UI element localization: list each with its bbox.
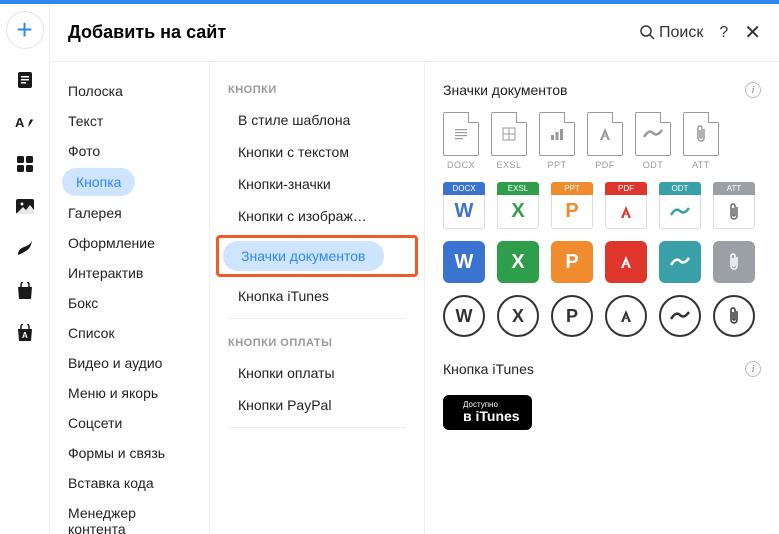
columns: ПолоскаТекстФотоКнопкаГалереяОформлениеИ… (50, 62, 779, 534)
doc-icon-badge[interactable]: ATT (713, 182, 755, 229)
doc-icon-circle[interactable]: P (551, 295, 593, 337)
preview-title-1: Значки документов (443, 82, 568, 98)
header-actions: Поиск ? ✕ (640, 20, 761, 45)
itunes-button[interactable]: Доступно в iTunes (443, 395, 532, 430)
panel-header: Добавить на сайт Поиск ? ✕ (50, 4, 779, 62)
category-item[interactable]: Интерактив (50, 258, 209, 288)
doc-icon-badge[interactable]: DOCXW (443, 182, 485, 229)
category-item[interactable]: Бокс (50, 288, 209, 318)
itunes-big: в iTunes (463, 409, 520, 424)
category-item[interactable]: Вставка кода (50, 468, 209, 498)
preview-title-2: Кнопка iTunes (443, 361, 534, 377)
doc-icon-outline[interactable]: ATT (683, 112, 719, 170)
app-root: + A A Добавить на сайт Поиск ? ✕ Полоска… (0, 4, 779, 534)
search-icon (640, 25, 655, 40)
doc-icon-solid[interactable]: P (551, 241, 593, 283)
doc-icon-outline[interactable]: ODT (635, 112, 671, 170)
category-item[interactable]: Кнопка (62, 168, 135, 196)
category-item[interactable]: Соцсети (50, 408, 209, 438)
add-button[interactable]: + (7, 12, 43, 48)
doc-icon-circle[interactable]: W (443, 295, 485, 337)
category-item[interactable]: Оформление (50, 228, 209, 258)
page-icon[interactable] (15, 70, 35, 90)
close-button[interactable]: ✕ (744, 20, 761, 45)
doc-icon-solid[interactable]: W (443, 241, 485, 283)
sub-item[interactable]: Значки документов (223, 241, 384, 271)
search-label: Поиск (659, 24, 703, 42)
svg-text:A: A (15, 115, 25, 130)
preview-header-1: Значки документов i (443, 76, 761, 112)
highlight-box: Значки документов (216, 235, 418, 277)
doc-icon-solid[interactable] (713, 241, 755, 283)
doc-icon-solid[interactable] (605, 241, 647, 283)
category-item[interactable]: Менеджер контента (50, 498, 209, 534)
row-outline-docs: DOCX EXSL PPT PDF ODT ATT (443, 112, 761, 170)
sub-item[interactable]: Кнопки PayPal (220, 390, 349, 420)
subcategory-list: КНОПКИВ стиле шаблонаКнопки с текстомКно… (210, 62, 425, 534)
pen-icon[interactable] (15, 238, 35, 258)
panel-title: Добавить на сайт (68, 22, 640, 43)
doc-icon-circle[interactable]: X (497, 295, 539, 337)
doc-icon-outline[interactable]: DOCX (443, 112, 479, 170)
doc-icon-solid[interactable]: X (497, 241, 539, 283)
sub-item[interactable]: Кнопки-значки (220, 169, 349, 199)
preview-area: Значки документов i DOCX EXSL PPT PDF ODT ATT… (425, 62, 779, 534)
doc-icon-outline[interactable]: PPT (539, 112, 575, 170)
sub-item[interactable]: Кнопки с текстом (220, 137, 367, 167)
image-icon[interactable] (15, 196, 35, 216)
left-rail: + A A (0, 4, 50, 534)
category-item[interactable]: Фото (50, 136, 209, 166)
row-badge-docs: DOCXW EXSLX PPTP PDF ODT ATT (443, 182, 761, 229)
main-panel: Добавить на сайт Поиск ? ✕ ПолоскаТекстФ… (50, 4, 779, 534)
separator (228, 427, 406, 428)
doc-icon-outline[interactable]: EXSL (491, 112, 527, 170)
svg-text:A: A (22, 331, 28, 340)
info-icon-2[interactable]: i (745, 361, 761, 377)
category-item[interactable]: Видео и аудио (50, 348, 209, 378)
itunes-section: Кнопка iTunes i Доступно в iTunes (443, 355, 761, 430)
doc-icon-circle[interactable] (713, 295, 755, 337)
category-item[interactable]: Список (50, 318, 209, 348)
doc-icon-badge[interactable]: ODT (659, 182, 701, 229)
category-list: ПолоскаТекстФотоКнопкаГалереяОформлениеИ… (50, 62, 210, 534)
doc-icon-outline[interactable]: PDF (587, 112, 623, 170)
doc-icon-badge[interactable]: PPTP (551, 182, 593, 229)
category-item[interactable]: Полоска (50, 76, 209, 106)
row-circle-docs: WXP (443, 295, 761, 337)
category-item[interactable]: Меню и якорь (50, 378, 209, 408)
category-item[interactable]: Текст (50, 106, 209, 136)
info-icon[interactable]: i (745, 82, 761, 98)
category-item[interactable]: Формы и связь (50, 438, 209, 468)
itunes-text: Доступно в iTunes (463, 401, 520, 424)
doc-icon-circle[interactable] (605, 295, 647, 337)
doc-icon-circle[interactable] (659, 295, 701, 337)
section-title: КНОПКИ ОПЛАТЫ (210, 329, 424, 357)
doc-icon-solid[interactable] (659, 241, 701, 283)
preview-header-2: Кнопка iTunes i (443, 355, 761, 391)
help-button[interactable]: ? (719, 24, 728, 42)
sub-item[interactable]: В стиле шаблона (220, 105, 368, 135)
sub-item[interactable]: Кнопка iTunes (220, 281, 347, 311)
shop-a-icon[interactable]: A (15, 322, 35, 342)
doc-icon-badge[interactable]: PDF (605, 182, 647, 229)
sub-item[interactable]: Кнопки оплаты (220, 358, 353, 388)
sub-item[interactable]: Кнопки с изображ… (220, 201, 385, 231)
apps-icon[interactable] (15, 154, 35, 174)
search-button[interactable]: Поиск (640, 24, 703, 42)
separator (228, 318, 406, 319)
section-title: КНОПКИ (210, 76, 424, 104)
design-icon[interactable]: A (15, 112, 35, 132)
row-solid-docs: WXP (443, 241, 761, 283)
category-item[interactable]: Галерея (50, 198, 209, 228)
doc-icon-badge[interactable]: EXSLX (497, 182, 539, 229)
shop-icon[interactable] (15, 280, 35, 300)
